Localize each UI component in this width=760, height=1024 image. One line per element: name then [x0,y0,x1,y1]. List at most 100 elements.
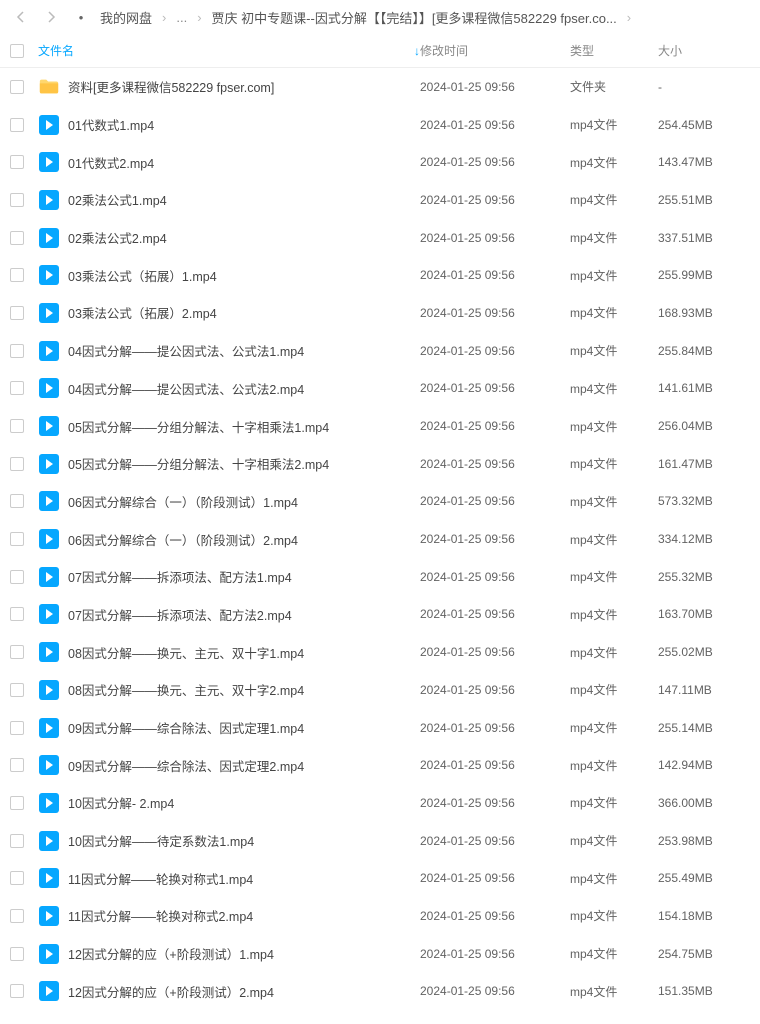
row-checkbox[interactable] [10,984,24,998]
column-header-type[interactable]: 类型 [570,42,658,59]
column-header-size[interactable]: 大小 [658,42,750,59]
table-row[interactable]: 01代数式1.mp42024-01-25 09:56mp4文件254.45MB [0,106,760,144]
row-checkbox[interactable] [10,306,24,320]
file-size: 254.45MB [658,118,750,132]
row-checkbox[interactable] [10,344,24,358]
video-file-icon [38,905,60,927]
row-checkbox[interactable] [10,118,24,132]
table-row[interactable]: 12因式分解的应（+阶段测试）1.mp42024-01-25 09:56mp4文… [0,935,760,973]
file-mtime: 2024-01-25 09:56 [420,231,570,245]
table-row[interactable]: 07因式分解——拆添项法、配方法1.mp42024-01-25 09:56mp4… [0,558,760,596]
file-size: 151.35MB [658,984,750,998]
file-name: 11因式分解——轮换对称式1.mp4 [68,869,253,888]
table-row[interactable]: 08因式分解——换元、主元、双十字2.mp42024-01-25 09:56mp… [0,671,760,709]
breadcrumb-root[interactable]: 我的网盘 [100,8,152,27]
table-row[interactable]: 08因式分解——换元、主元、双十字1.mp42024-01-25 09:56mp… [0,633,760,671]
file-type: mp4文件 [570,907,658,924]
column-header-name[interactable]: 文件名 [38,42,412,59]
row-checkbox[interactable] [10,231,24,245]
table-row[interactable]: 03乘法公式（拓展）1.mp42024-01-25 09:56mp4文件255.… [0,256,760,294]
row-checkbox[interactable] [10,871,24,885]
file-mtime: 2024-01-25 09:56 [420,796,570,810]
nav-back-button[interactable] [10,6,32,28]
row-checkbox[interactable] [10,155,24,169]
table-row[interactable]: 06因式分解综合（一）（阶段测试）2.mp42024-01-25 09:56mp… [0,520,760,558]
row-checkbox[interactable] [10,683,24,697]
table-row[interactable]: 11因式分解——轮换对称式1.mp4 2024-01-25 09:56mp4文件2… [0,859,760,897]
breadcrumb-current[interactable]: 贾庆 初中专题课--因式分解【【完结】】[更多课程微信582229 fpser.… [212,8,617,27]
file-type: mp4文件 [570,267,658,284]
file-mtime: 2024-01-25 09:56 [420,306,570,320]
file-mtime: 2024-01-25 09:56 [420,683,570,697]
file-name: 02乘法公式2.mp4 [68,228,167,247]
table-row[interactable]: 07因式分解——拆添项法、配方法2.mp42024-01-25 09:56mp4… [0,596,760,634]
table-row[interactable]: 05因式分解——分组分解法、十字相乘法2.mp42024-01-25 09:56… [0,445,760,483]
row-checkbox[interactable] [10,381,24,395]
file-size: 255.49MB [658,871,750,885]
video-file-icon [38,603,60,625]
row-checkbox[interactable] [10,80,24,94]
file-size: 147.11MB [658,683,750,697]
row-checkbox[interactable] [10,570,24,584]
row-checkbox[interactable] [10,947,24,961]
row-checkbox[interactable] [10,457,24,471]
table-row[interactable]: 12因式分解的应（+阶段测试）2.mp42024-01-25 09:56mp4文… [0,973,760,1011]
row-checkbox[interactable] [10,494,24,508]
file-size: 255.32MB [658,570,750,584]
table-row[interactable]: 01代数式2.mp42024-01-25 09:56mp4文件143.47MB [0,143,760,181]
chevron-right-icon: › [627,10,631,25]
column-header-mtime[interactable]: 修改时间 [420,42,570,59]
row-checkbox[interactable] [10,796,24,810]
video-file-icon [38,151,60,173]
table-row[interactable]: 11因式分解——轮换对称式2.mp42024-01-25 09:56mp4文件1… [0,897,760,935]
breadcrumb-bar: • 我的网盘 › ... › 贾庆 初中专题课--因式分解【【完结】】[更多课程… [0,0,760,34]
table-row[interactable]: 06因式分解综合（一）（阶段测试）1.mp42024-01-25 09:56mp… [0,483,760,521]
row-checkbox[interactable] [10,758,24,772]
file-mtime: 2024-01-25 09:56 [420,268,570,282]
file-name: 05因式分解——分组分解法、十字相乘法1.mp4 [68,417,329,436]
nav-forward-button[interactable] [40,6,62,28]
file-type: mp4文件 [570,870,658,887]
file-type: mp4文件 [570,606,658,623]
row-checkbox[interactable] [10,721,24,735]
table-row[interactable]: 02乘法公式2.mp42024-01-25 09:56mp4文件337.51MB [0,219,760,257]
row-checkbox[interactable] [10,268,24,282]
row-checkbox[interactable] [10,909,24,923]
table-row[interactable]: 资料[更多课程微信582229 fpser.com]2024-01-25 09:… [0,68,760,106]
file-name: 12因式分解的应（+阶段测试）2.mp4 [68,982,274,1001]
select-all-checkbox[interactable] [10,44,24,58]
table-row[interactable]: 09因式分解——综合除法、因式定理1.mp42024-01-25 09:56mp… [0,709,760,747]
file-type: mp4文件 [570,757,658,774]
file-size: 154.18MB [658,909,750,923]
row-checkbox[interactable] [10,834,24,848]
table-row[interactable]: 10因式分解——待定系数法1.mp42024-01-25 09:56mp4文件2… [0,822,760,860]
table-row[interactable]: 10因式分解- 2.mp42024-01-25 09:56mp4文件366.00… [0,784,760,822]
table-row[interactable]: 03乘法公式（拓展）2.mp42024-01-25 09:56mp4文件168.… [0,294,760,332]
file-mtime: 2024-01-25 09:56 [420,834,570,848]
row-checkbox[interactable] [10,607,24,621]
file-size: 141.61MB [658,381,750,395]
video-file-icon [38,754,60,776]
file-name: 03乘法公式（拓展）1.mp4 [68,266,217,285]
file-name: 01代数式2.mp4 [68,153,154,172]
table-row[interactable]: 02乘法公式1.mp42024-01-25 09:56mp4文件255.51MB [0,181,760,219]
row-checkbox[interactable] [10,645,24,659]
file-size: 256.04MB [658,419,750,433]
breadcrumb-ellipsis[interactable]: ... [176,10,187,25]
row-checkbox[interactable] [10,419,24,433]
column-header-name-label: 文件名 [38,42,74,59]
file-type: mp4文件 [570,719,658,736]
chevron-right-icon: › [197,10,201,25]
table-row[interactable]: 09因式分解——综合除法、因式定理2.mp42024-01-25 09:56mp… [0,746,760,784]
table-row[interactable]: 04因式分解——提公因式法、公式法1.mp42024-01-25 09:56mp… [0,332,760,370]
file-size: 255.14MB [658,721,750,735]
video-file-icon [38,340,60,362]
video-file-icon [38,490,60,512]
table-row[interactable]: 04因式分解——提公因式法、公式法2.mp42024-01-25 09:56mp… [0,370,760,408]
row-checkbox[interactable] [10,532,24,546]
row-checkbox[interactable] [10,193,24,207]
file-mtime: 2024-01-25 09:56 [420,871,570,885]
file-type: mp4文件 [570,455,658,472]
table-row[interactable]: 05因式分解——分组分解法、十字相乘法1.mp42024-01-25 09:56… [0,407,760,445]
nav-home-button[interactable]: • [70,6,92,28]
